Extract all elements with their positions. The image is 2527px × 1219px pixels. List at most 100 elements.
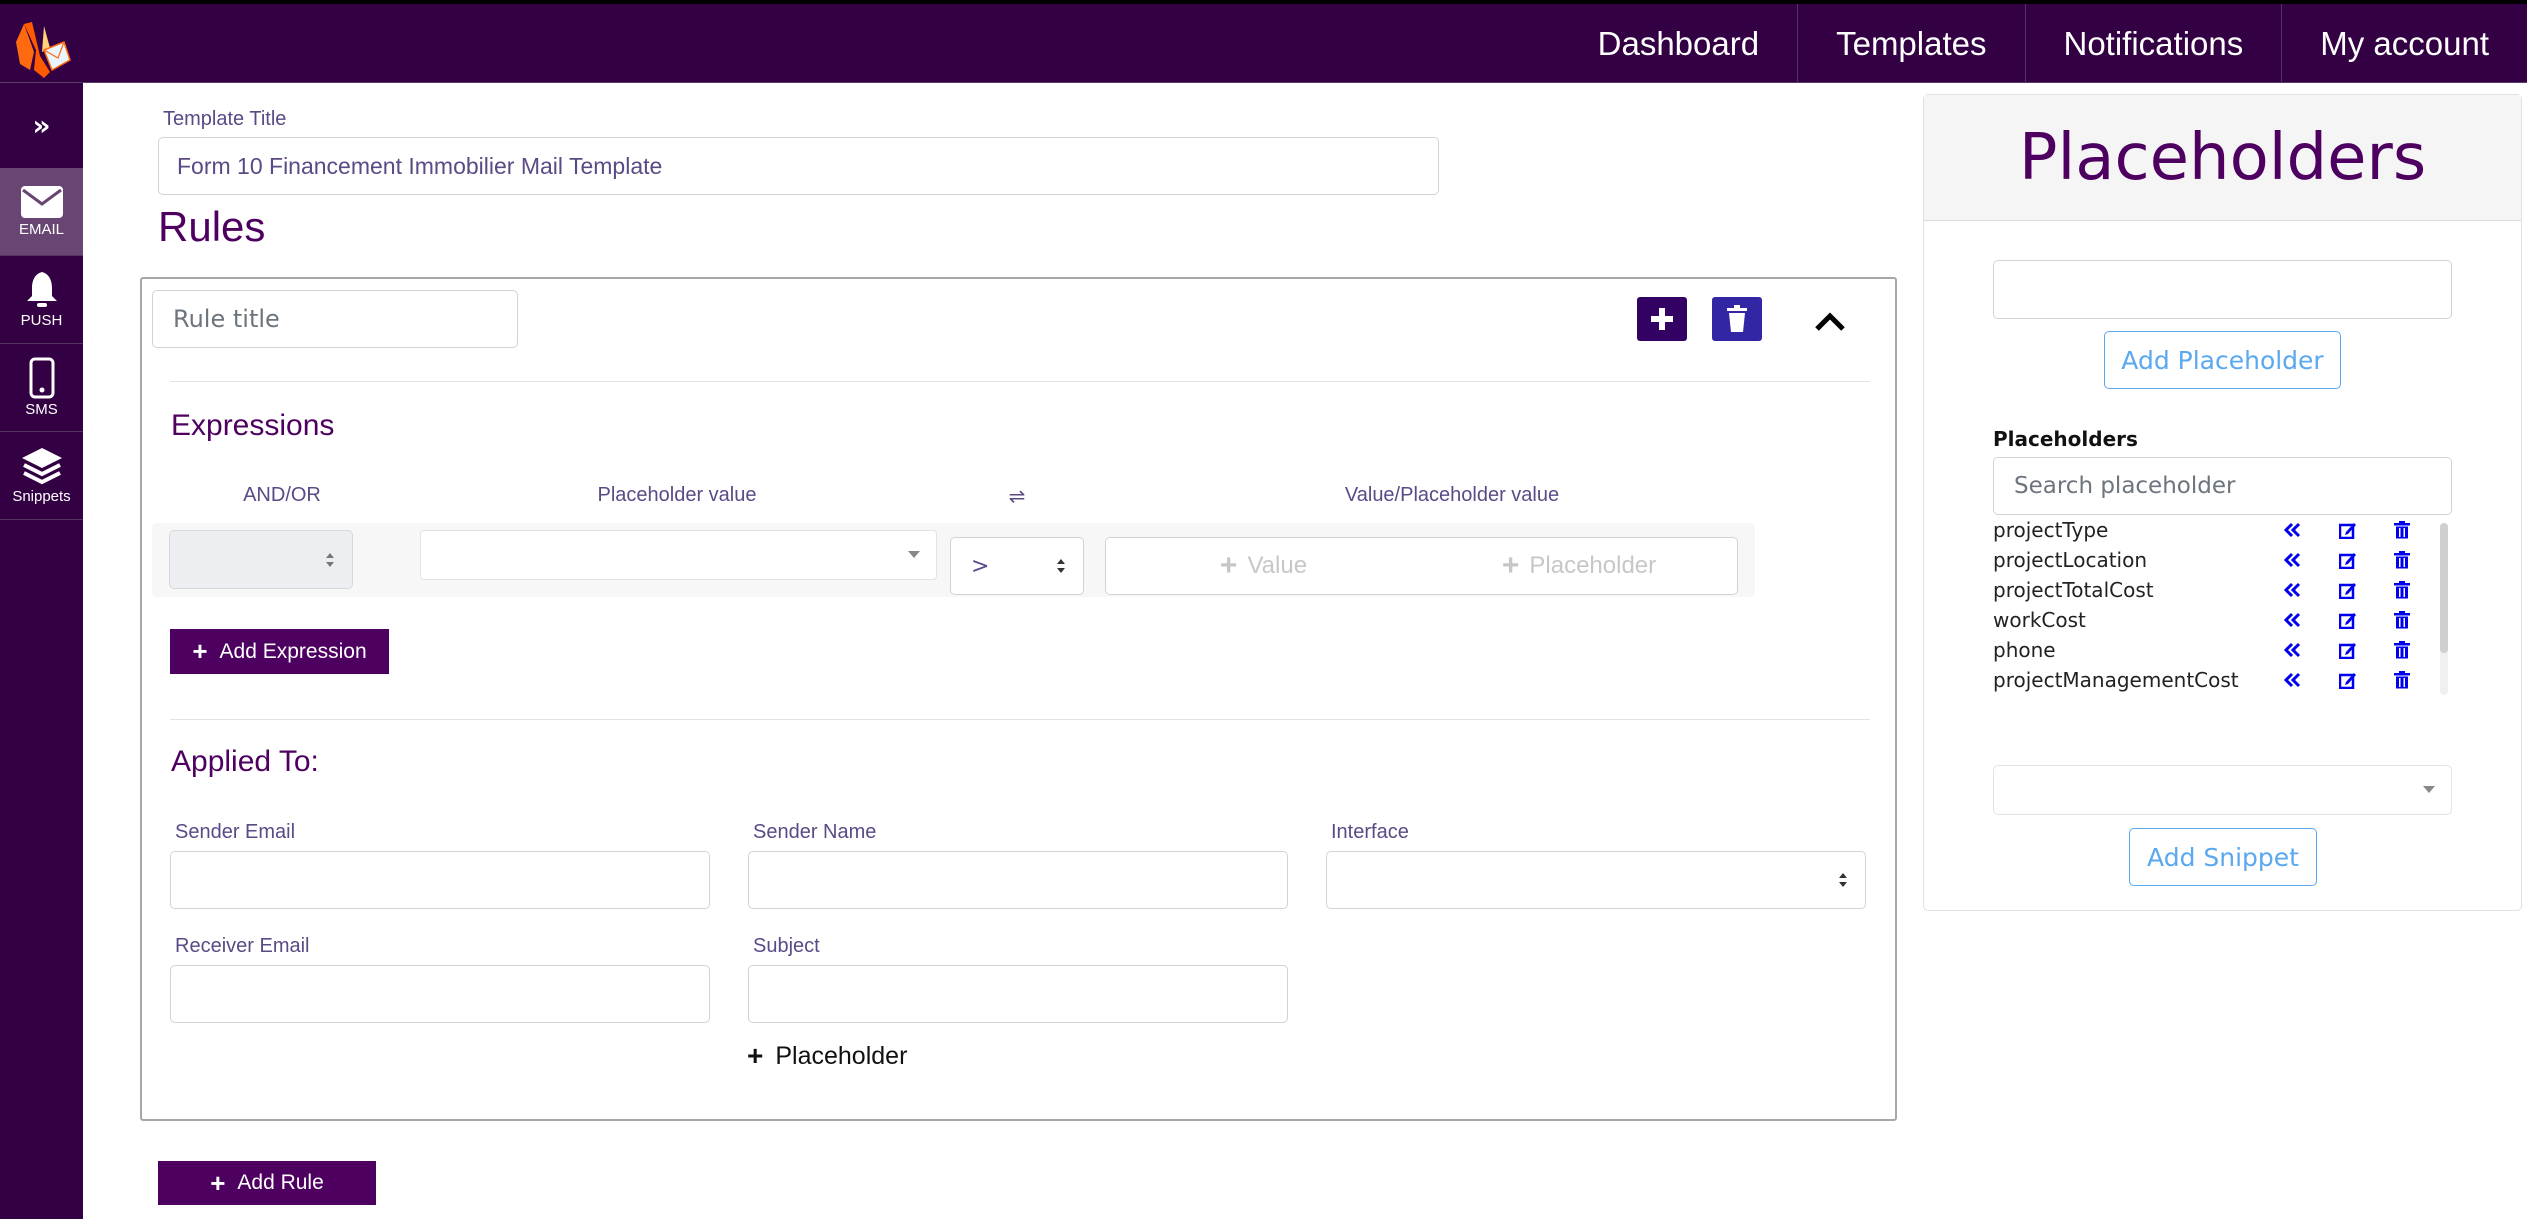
plus-icon: + bbox=[1219, 549, 1238, 582]
add-rule-label: Add Rule bbox=[237, 1171, 324, 1194]
trash-icon[interactable] bbox=[2393, 551, 2411, 569]
insert-double-chevron-left-icon[interactable] bbox=[2283, 521, 2301, 539]
plus-icon: + bbox=[210, 1167, 226, 1198]
trash-icon[interactable] bbox=[2393, 611, 2411, 629]
snippet-select[interactable] bbox=[1993, 765, 2452, 815]
add-rule-button[interactable]: + Add Rule bbox=[158, 1161, 376, 1205]
divider bbox=[170, 719, 1870, 720]
list-item: projectLocation bbox=[1993, 545, 2452, 575]
interface-label: Interface bbox=[1331, 821, 1409, 843]
edit-icon[interactable] bbox=[2339, 581, 2357, 599]
sender-email-input[interactable] bbox=[170, 851, 710, 909]
receiver-email-label: Receiver Email bbox=[175, 935, 310, 957]
nav-dashboard[interactable]: Dashboard bbox=[1560, 4, 1797, 83]
add-snippet-button[interactable]: Add Snippet bbox=[2129, 828, 2317, 886]
rule-title-input[interactable]: Rule title bbox=[152, 290, 518, 348]
layers-icon bbox=[21, 448, 62, 485]
subject-label: Subject bbox=[753, 935, 820, 957]
edit-icon[interactable] bbox=[2339, 551, 2357, 569]
main-nav: Dashboard Templates Notifications My acc… bbox=[1560, 4, 2527, 83]
subject-input[interactable] bbox=[748, 965, 1288, 1023]
sidebar-item-push[interactable]: PUSH bbox=[0, 256, 83, 344]
select-arrows-icon bbox=[1839, 873, 1847, 887]
nav-templates[interactable]: Templates bbox=[1797, 4, 2024, 83]
placeholders-list-scrollbar[interactable] bbox=[2440, 523, 2448, 695]
trash-icon[interactable] bbox=[2393, 521, 2411, 539]
list-item: workCost bbox=[1993, 605, 2452, 635]
list-item: projectTotalCost bbox=[1993, 575, 2452, 605]
template-title-label: Template Title bbox=[163, 108, 287, 130]
plus-icon: + bbox=[747, 1040, 764, 1071]
template-title-input[interactable]: Form 10 Financement Immobilier Mail Temp… bbox=[158, 137, 1439, 195]
new-placeholder-input[interactable] bbox=[1993, 260, 2452, 319]
sender-name-label: Sender Name bbox=[753, 821, 877, 843]
add-value-button[interactable]: + Value bbox=[1105, 537, 1422, 595]
delete-rule-button[interactable] bbox=[1712, 297, 1762, 341]
add-placeholder-link[interactable]: + Placeholder bbox=[747, 1040, 907, 1072]
plus-icon bbox=[1651, 308, 1673, 330]
insert-double-chevron-left-icon[interactable] bbox=[2283, 611, 2301, 629]
sidebar-expand-toggle[interactable]: » bbox=[0, 83, 83, 168]
envelope-icon bbox=[20, 186, 63, 218]
placeholders-panel-title: Placeholders bbox=[1924, 95, 2521, 221]
edit-icon[interactable] bbox=[2339, 641, 2357, 659]
interface-select[interactable] bbox=[1326, 851, 1866, 909]
insert-double-chevron-left-icon[interactable] bbox=[2283, 671, 2301, 689]
insert-double-chevron-left-icon[interactable] bbox=[2283, 551, 2301, 569]
edit-icon[interactable] bbox=[2339, 521, 2357, 539]
sidebar-item-sms[interactable]: SMS bbox=[0, 344, 83, 432]
placeholder-name: projectType bbox=[1993, 518, 2109, 542]
insert-double-chevron-left-icon[interactable] bbox=[2283, 581, 2301, 599]
trash-icon[interactable] bbox=[2393, 641, 2411, 659]
column-header-andor: AND/OR bbox=[243, 484, 321, 506]
list-item: phone bbox=[1993, 635, 2452, 665]
add-expression-label: Add Expression bbox=[219, 639, 367, 663]
trash-icon[interactable] bbox=[2393, 671, 2411, 689]
add-button[interactable] bbox=[1637, 297, 1687, 341]
scrollbar-thumb[interactable] bbox=[2440, 523, 2448, 653]
edit-icon[interactable] bbox=[2339, 611, 2357, 629]
sidebar-item-snippets[interactable]: Snippets bbox=[0, 432, 83, 520]
sidebar: » EMAIL PUSH SMS Snippets bbox=[0, 83, 83, 1219]
add-placeholder-label: Placeholder bbox=[1529, 552, 1657, 579]
rules-heading: Rules bbox=[158, 203, 266, 250]
sender-name-input[interactable] bbox=[748, 851, 1288, 909]
sidebar-item-label: EMAIL bbox=[18, 221, 64, 238]
select-arrows-icon bbox=[1057, 559, 1065, 573]
add-value-label: Value bbox=[1247, 552, 1308, 579]
add-placeholder-value-button[interactable]: + Placeholder bbox=[1421, 537, 1738, 595]
collapse-chevron-up-icon[interactable] bbox=[1814, 309, 1846, 333]
receiver-email-input[interactable] bbox=[170, 965, 710, 1023]
placeholder-name: phone bbox=[1993, 638, 2056, 662]
add-expression-button[interactable]: + Add Expression bbox=[170, 629, 389, 674]
add-placeholder-button[interactable]: Add Placeholder bbox=[2104, 331, 2341, 389]
divider bbox=[170, 381, 1870, 382]
placeholder-value-select[interactable] bbox=[420, 530, 937, 580]
mobile-icon bbox=[29, 357, 54, 399]
plus-icon: + bbox=[192, 636, 208, 666]
trash-icon bbox=[1727, 305, 1747, 332]
rule-card: Rule title Expressions AND/OR Placeholde… bbox=[140, 277, 1897, 1121]
expression-row: > + Value + Placeholder bbox=[152, 523, 1755, 597]
bell-icon bbox=[26, 272, 57, 307]
nav-notifications[interactable]: Notifications bbox=[2024, 4, 2282, 83]
insert-double-chevron-left-icon[interactable] bbox=[2283, 641, 2301, 659]
edit-icon[interactable] bbox=[2339, 671, 2357, 689]
list-item: projectManagementCost bbox=[1993, 665, 2452, 695]
search-placeholder-input[interactable]: Search placeholder bbox=[1993, 457, 2452, 515]
column-header-value-placeholder-value: Value/Placeholder value bbox=[1344, 484, 1560, 506]
andor-select[interactable] bbox=[169, 530, 353, 589]
trash-icon[interactable] bbox=[2393, 581, 2411, 599]
nav-my-account[interactable]: My account bbox=[2281, 4, 2527, 83]
plus-icon: + bbox=[1501, 549, 1520, 582]
sender-email-label: Sender Email bbox=[175, 821, 296, 843]
expressions-heading: Expressions bbox=[171, 409, 335, 442]
app-logo-icon[interactable] bbox=[10, 12, 74, 82]
sidebar-item-label: SMS bbox=[25, 401, 58, 418]
placeholder-name: projectLocation bbox=[1993, 548, 2148, 572]
sidebar-item-email[interactable]: EMAIL bbox=[0, 168, 83, 256]
placeholders-list-label: Placeholders bbox=[1993, 427, 2138, 451]
list-item: projectType bbox=[1993, 515, 2452, 545]
operator-select[interactable]: > bbox=[950, 537, 1084, 595]
placeholder-name: projectTotalCost bbox=[1993, 578, 2154, 602]
